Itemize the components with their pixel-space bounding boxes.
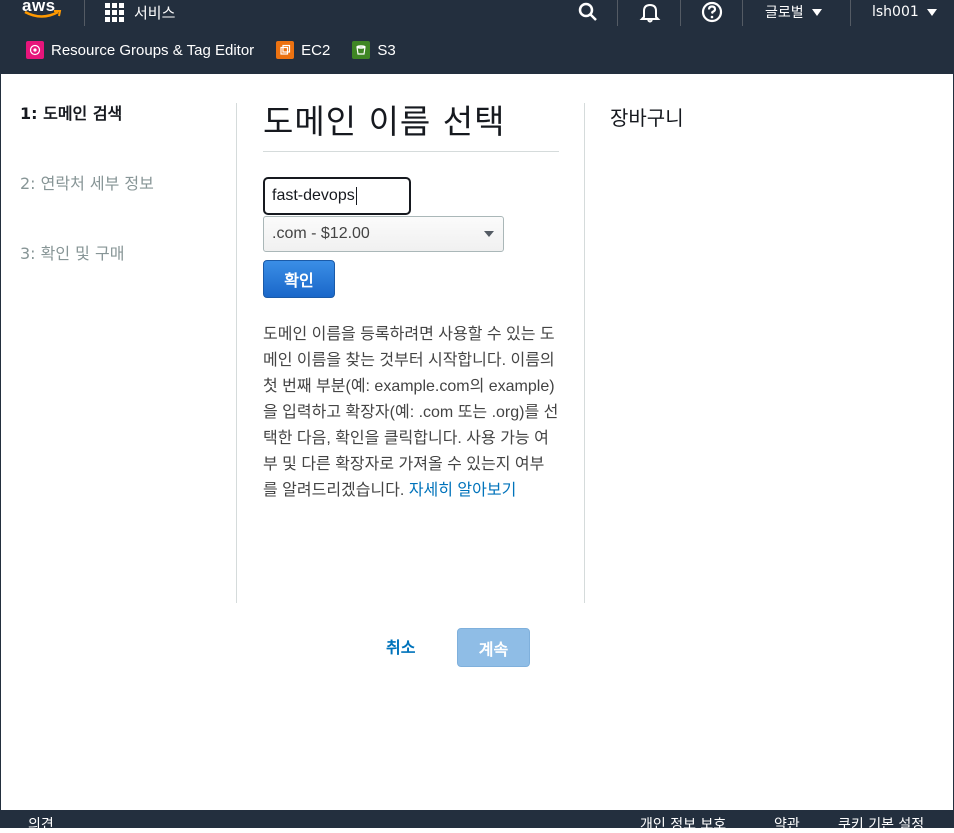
- services-menu[interactable]: 서비스: [105, 0, 175, 24]
- console-footer: 의견 개인 정보 보호 약관 쿠키 기본 설정: [0, 810, 954, 832]
- top-navigation-bar: aws 서비스 글로벌 lsh001: [0, 0, 954, 26]
- tld-selected-value: .com - $12.00: [272, 225, 370, 242]
- favorite-label: S3: [377, 41, 396, 59]
- step-contact-details: 2: 연락처 세부 정보: [20, 174, 154, 193]
- cookie-preferences-link[interactable]: 쿠키 기본 설정: [838, 818, 924, 832]
- favorite-label: EC2: [301, 41, 331, 59]
- account-label: lsh001: [872, 4, 919, 20]
- page-title: 도메인 이름 선택: [263, 102, 506, 141]
- title-divider: [263, 151, 559, 152]
- topbar-divider: [617, 0, 618, 26]
- topbar-divider: [742, 0, 743, 26]
- favorite-resource-groups[interactable]: Resource Groups & Tag Editor: [26, 41, 254, 59]
- region-selector[interactable]: 글로벌: [765, 0, 822, 24]
- topbar-divider: [850, 0, 851, 26]
- resource-groups-icon: [26, 41, 44, 59]
- select-caret-icon: [484, 231, 494, 237]
- notifications-bell-icon[interactable]: [638, 0, 662, 24]
- help-icon[interactable]: [700, 0, 724, 24]
- account-menu[interactable]: lsh001: [872, 0, 937, 24]
- favorite-ec2[interactable]: EC2: [276, 41, 330, 59]
- continue-button[interactable]: 계속: [457, 628, 530, 667]
- domain-search-panel: 도메인 이름 선택 fast-devops .com - $12.00 확인 도…: [263, 100, 559, 499]
- aws-logo[interactable]: aws: [22, 0, 64, 24]
- services-grid-icon: [105, 2, 124, 22]
- ec2-icon: [276, 41, 295, 59]
- column-divider: [236, 103, 237, 603]
- privacy-link[interactable]: 개인 정보 보호: [640, 818, 726, 832]
- tld-select[interactable]: .com - $12.00: [263, 216, 504, 252]
- favorite-s3[interactable]: S3: [352, 41, 396, 59]
- instructions-text: 도메인 이름을 등록하려면 사용할 수 있는 도메인 이름을 찾는 것부터 시작…: [263, 322, 559, 504]
- favorites-bar: Resource Groups & Tag Editor EC2 S3: [0, 26, 954, 74]
- text-cursor: [355, 187, 357, 205]
- search-icon[interactable]: [577, 0, 599, 24]
- s3-icon: [352, 41, 371, 59]
- favorite-label: Resource Groups & Tag Editor: [51, 41, 255, 59]
- aws-smile-icon: [24, 10, 62, 18]
- step-search-domain[interactable]: 1: 도메인 검색: [20, 104, 220, 174]
- region-label: 글로벌: [765, 5, 804, 21]
- caret-down-icon: [811, 8, 822, 16]
- feedback-link[interactable]: 의견: [28, 818, 54, 832]
- domain-name-value: fast-devops: [272, 187, 355, 204]
- topbar-divider: [84, 0, 85, 26]
- topbar-divider: [680, 0, 681, 26]
- shopping-cart-heading: 장바구니: [610, 106, 684, 130]
- services-label: 서비스: [134, 3, 176, 22]
- learn-more-link[interactable]: 자세히 알아보기: [409, 482, 517, 499]
- wizard-steps: 1: 도메인 검색 2: 연락처 세부 정보 3: 확인 및 구매: [20, 104, 220, 314]
- check-availability-button[interactable]: 확인: [263, 260, 335, 298]
- cancel-button[interactable]: 취소: [386, 634, 415, 658]
- page-frame-left: [0, 74, 1, 810]
- caret-down-icon: [926, 8, 937, 16]
- domain-name-input[interactable]: fast-devops: [263, 177, 411, 215]
- column-divider: [584, 103, 585, 603]
- step-review-purchase: 3: 확인 및 구매: [20, 244, 125, 263]
- instructions-body: 도메인 이름을 등록하려면 사용할 수 있는 도메인 이름을 찾는 것부터 시작…: [263, 326, 559, 499]
- terms-link[interactable]: 약관: [774, 818, 800, 832]
